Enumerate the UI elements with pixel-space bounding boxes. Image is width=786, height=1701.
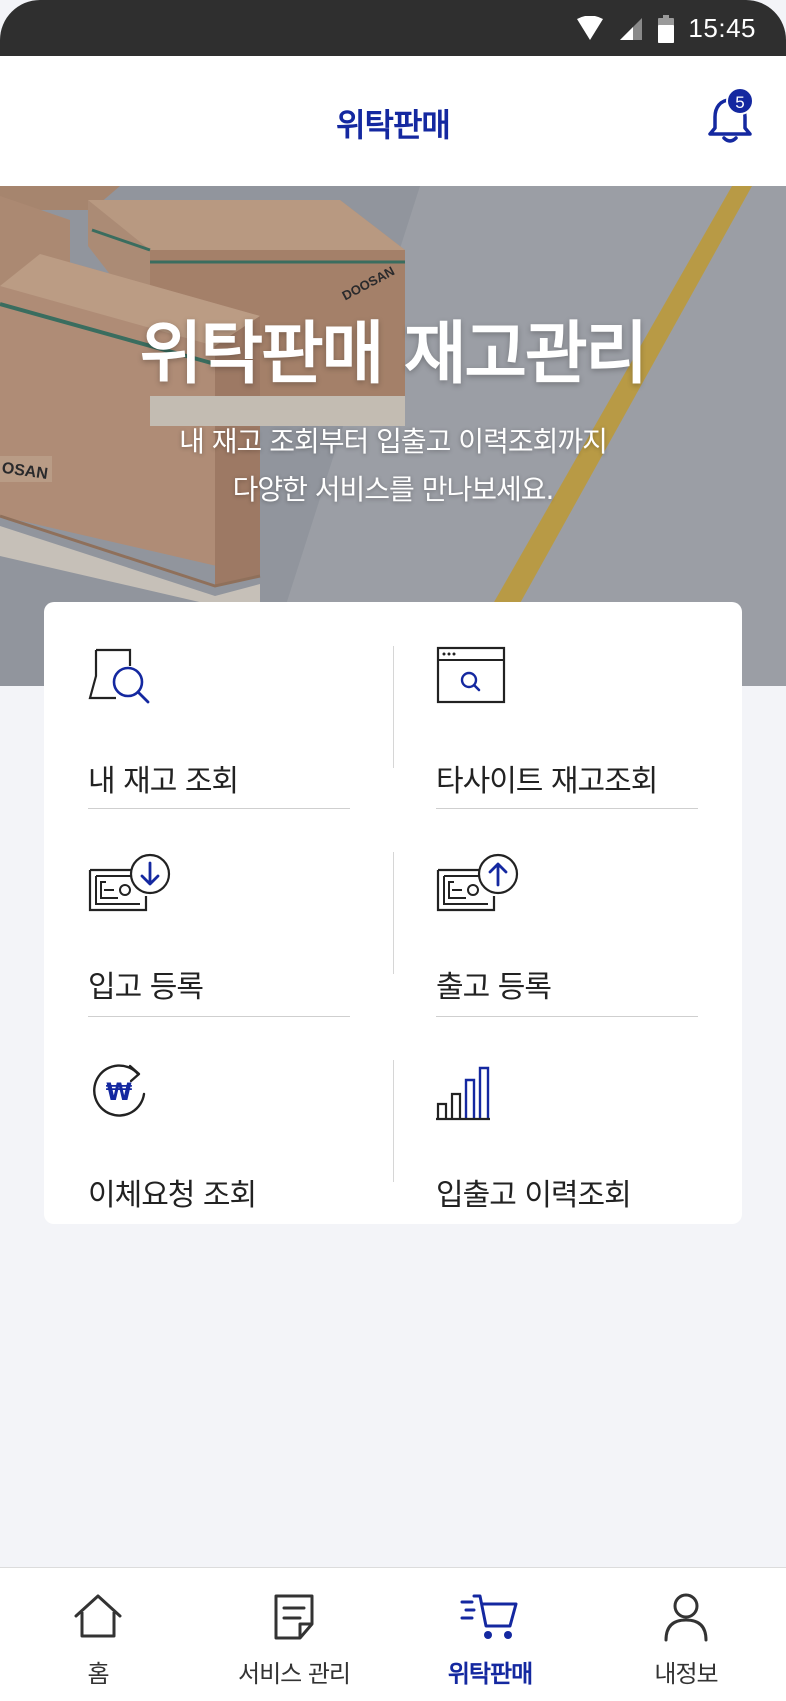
- nav-label-service: 서비스 관리: [237, 1660, 351, 1688]
- divider-horizontal: [88, 1016, 350, 1017]
- menu-stock-in[interactable]: 입고 등록: [88, 852, 350, 1005]
- home-icon: [74, 1594, 122, 1638]
- menu-label: 입고 등록: [88, 970, 204, 1005]
- divider-horizontal: [88, 808, 350, 809]
- app-header: 위탁판매 5: [0, 56, 786, 186]
- nav-tab-service[interactable]: 서비스 관리: [196, 1568, 392, 1701]
- divider-vertical: [393, 646, 394, 768]
- menu-history[interactable]: 입출고 이력조회: [436, 1060, 698, 1213]
- menu-card: 내 재고 조회 타사이트 재고조회 입고 등록 출고 등록 ₩ 이체요청 조회 …: [44, 602, 742, 1224]
- menu-label: 내 재고 조회: [88, 764, 239, 799]
- menu-label: 출고 등록: [436, 970, 552, 1005]
- cash-out-icon: [436, 853, 519, 912]
- nav-tab-consignment[interactable]: 위탁판매: [392, 1568, 588, 1701]
- hero-subtitle-line2: 다양한 서비스를 만나보세요.: [232, 473, 555, 506]
- signal-icon: [620, 17, 643, 40]
- hero-subtitle: 내 재고 조회부터 입출고 이력조회까지 다양한 서비스를 만나보세요.: [0, 418, 786, 514]
- hero-title: 위탁판매 재고관리: [139, 315, 648, 394]
- battery-icon: [658, 14, 675, 43]
- menu-other-site-inventory[interactable]: 타사이트 재고조회: [436, 646, 698, 799]
- nav-label-my-info: 내정보: [654, 1660, 718, 1688]
- notification-badge: 5: [726, 87, 754, 115]
- divider-horizontal: [436, 1016, 698, 1017]
- svg-text:₩: ₩: [106, 1078, 133, 1106]
- inventory-search-icon: [88, 648, 150, 704]
- status-icons: 15:45: [576, 13, 756, 44]
- status-time: 15:45: [688, 13, 756, 43]
- hero-subtitle-line1: 내 재고 조회부터 입출고 이력조회까지: [179, 425, 608, 458]
- person-icon: [664, 1593, 708, 1642]
- web-search-icon: [436, 646, 506, 704]
- menu-my-inventory[interactable]: 내 재고 조회: [88, 646, 350, 799]
- wifi-icon: [577, 15, 604, 40]
- divider-vertical: [393, 1060, 394, 1182]
- menu-transfer-requests[interactable]: ₩ 이체요청 조회: [88, 1060, 350, 1213]
- menu-label: 타사이트 재고조회: [436, 764, 658, 799]
- cash-in-icon: [88, 853, 171, 912]
- menu-label: 입출고 이력조회: [436, 1178, 632, 1213]
- page-title: 위탁판매: [336, 106, 451, 144]
- nav-tab-home[interactable]: 홈: [0, 1568, 196, 1701]
- document-icon: [274, 1594, 314, 1640]
- nav-tab-my-info[interactable]: 내정보: [588, 1568, 784, 1701]
- divider-vertical: [393, 852, 394, 974]
- divider-horizontal: [436, 808, 698, 809]
- status-bar: 15:45: [0, 0, 786, 56]
- nav-label-consignment: 위탁판매: [447, 1660, 533, 1688]
- nav-label-home: 홈: [87, 1660, 109, 1688]
- cart-icon: [460, 1594, 518, 1639]
- bottom-nav: 홈 서비스 관리 위탁판매 내정보: [0, 1567, 786, 1701]
- won-refresh-icon: ₩: [93, 1064, 146, 1117]
- bar-chart-icon: [436, 1066, 490, 1121]
- menu-label: 이체요청 조회: [88, 1178, 257, 1213]
- menu-stock-out[interactable]: 출고 등록: [436, 852, 698, 1005]
